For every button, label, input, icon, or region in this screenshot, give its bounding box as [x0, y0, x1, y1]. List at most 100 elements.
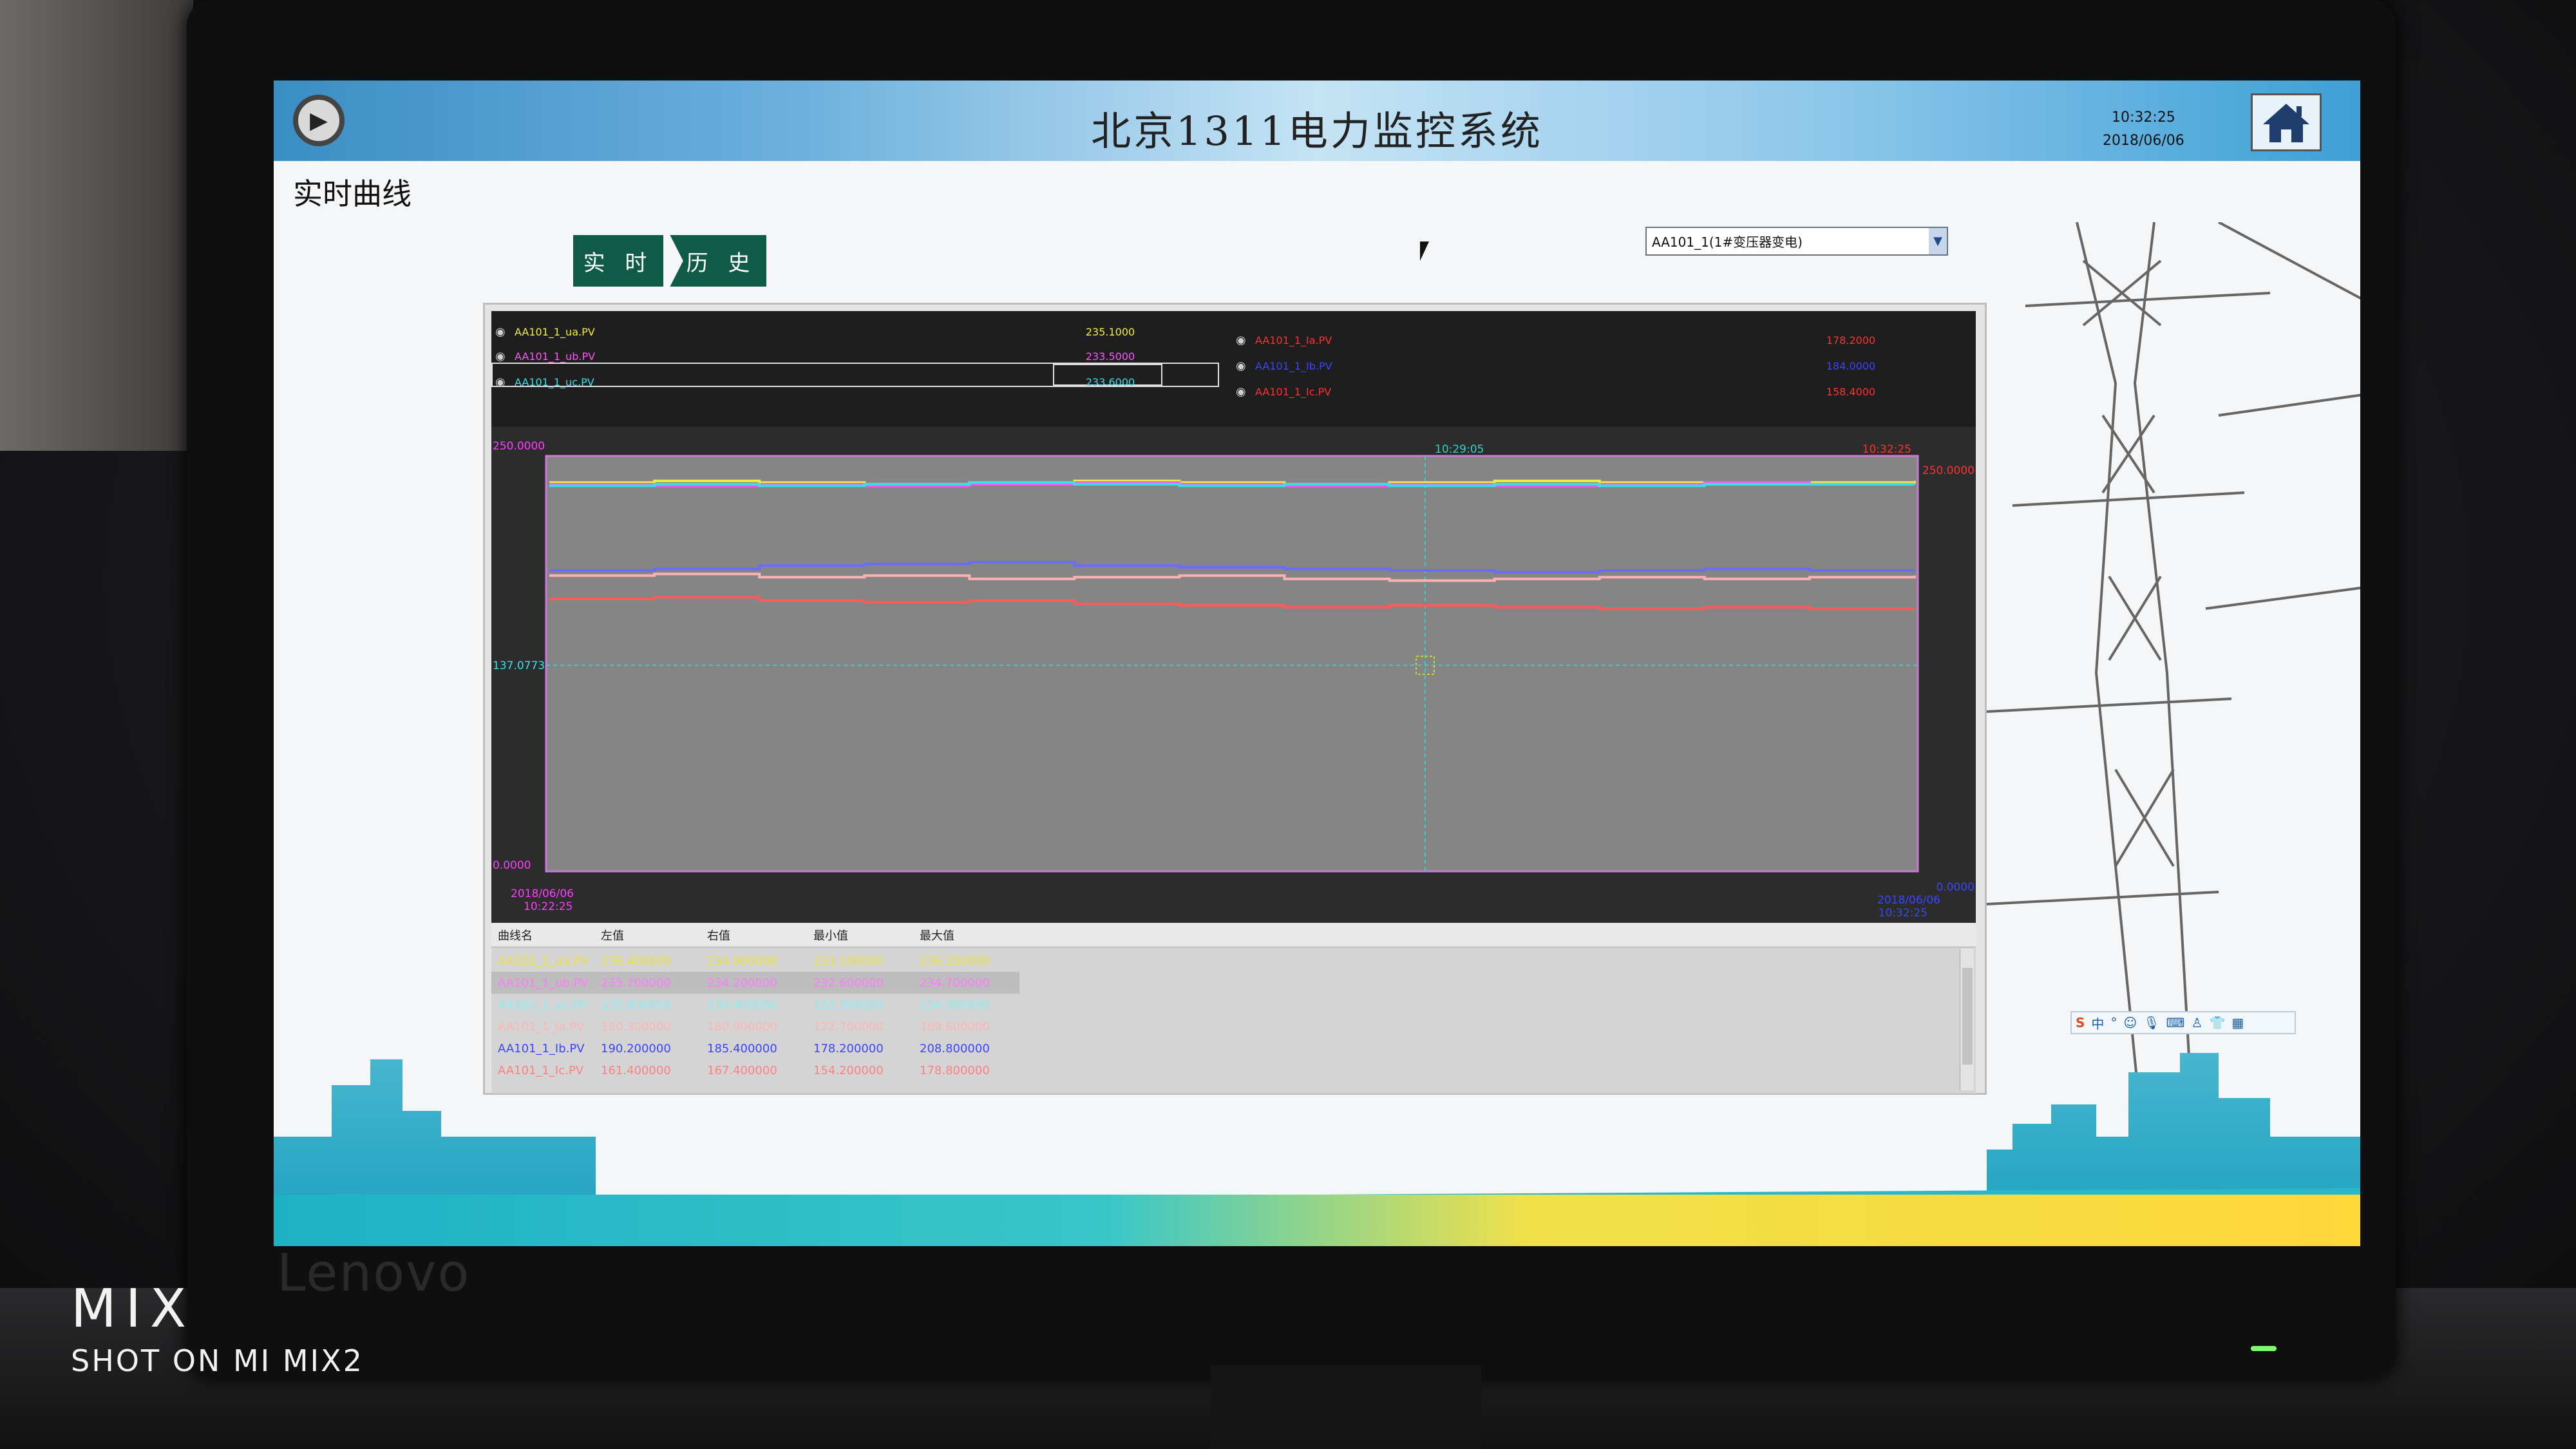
plot-area[interactable]: 250.0000 137.0773 0.0000 250.0000 0.0000 10:2…: [491, 427, 1976, 926]
realtime-button[interactable]: 实 时: [573, 235, 663, 287]
table-cell: 172.700000: [813, 1019, 884, 1034]
legend-row[interactable]: ◉ AA101_1_Ic.PV 158.4000: [1232, 379, 1912, 404]
table-cell: 178.800000: [920, 1063, 990, 1077]
scrollbar-thumb[interactable]: [1962, 968, 1973, 1065]
monitor-stand: [1211, 1365, 1481, 1449]
y-tick-mid-left: 137.0773: [493, 659, 545, 672]
col-header: 最小值: [813, 929, 848, 943]
clock: 10:32:25 2018/06/06: [2103, 106, 2184, 153]
table-cell: 235.800000: [601, 998, 671, 1012]
table-row[interactable]: AA101_1_ua.PV 236.400000 234.900000 233.100…: [491, 950, 1019, 972]
cursor-time-label: 10:29:05: [1435, 443, 1484, 456]
ime-user-icon[interactable]: ♙: [2192, 1015, 2203, 1030]
table-cell: 236.200000: [920, 954, 990, 968]
col-header: 左值: [601, 929, 624, 943]
x-start-time: 10:22:25: [524, 900, 573, 913]
table-cell: AA101_1_Ic.PV: [498, 1063, 584, 1077]
table-cell: AA101_1_ub.PV: [498, 976, 589, 990]
watermark-main: MIX: [71, 1278, 196, 1340]
trend-chart[interactable]: 250.0000 137.0773 0.0000 250.0000 0.0000 10:2…: [491, 427, 1976, 926]
eye-icon[interactable]: ◉: [1236, 334, 1255, 347]
table-row[interactable]: AA101_1_Ib.PV 190.200000 185.400000 178.200…: [491, 1037, 1019, 1059]
ime-mic-icon[interactable]: 🎙: [2143, 1015, 2159, 1030]
clock-time: 10:32:25: [2112, 109, 2175, 126]
home-button[interactable]: [2251, 93, 2322, 151]
plot-background: [545, 455, 1919, 873]
ime-punct-icon[interactable]: °: [2110, 1015, 2117, 1030]
ime-skin-icon[interactable]: 👕: [2209, 1015, 2225, 1030]
mouse-cursor-icon: [1420, 242, 1429, 261]
y-tick-bottom-right: 0.0000: [1937, 881, 1975, 894]
history-button[interactable]: 历 史: [670, 235, 766, 287]
eye-icon[interactable]: ◉: [495, 325, 515, 339]
table-cell: 232.300000: [813, 998, 884, 1012]
legend-value: 178.2000: [1826, 334, 1876, 346]
legend-value: 184.0000: [1826, 359, 1876, 372]
legend-name: AA101_1_ub.PV: [515, 350, 596, 363]
legend-area: ◉ AA101_1_ua.PV 235.1000 ◉ AA101_1_ub.PV 233.…: [491, 311, 1976, 430]
legend-name: AA101_1_ua.PV: [515, 325, 595, 338]
x-end-date: 2018/06/06: [1877, 894, 1940, 907]
eye-icon[interactable]: ◉: [1236, 359, 1255, 373]
legend-name: AA101_1_Ia.PV: [1255, 334, 1332, 346]
table-cell: 234.200000: [707, 976, 777, 990]
table-cell: 208.800000: [920, 1041, 990, 1056]
bottom-band: [274, 1195, 2360, 1246]
ime-chinese-mode[interactable]: 中: [2091, 1014, 2104, 1032]
table-cell: 235.700000: [601, 976, 671, 990]
legend-row[interactable]: ◉ AA101_1_uc.PV 233.6000: [491, 369, 1171, 395]
watermark-sub: SHOT ON MI MIX2: [71, 1343, 364, 1378]
y-tick-bottom-left: 0.0000: [493, 859, 531, 872]
table-cell: AA101_1_Ia.PV: [498, 1019, 585, 1034]
table-row[interactable]: AA101_1_uc.PV 235.800000 234.400000 232.300…: [491, 994, 1019, 1016]
col-header: 最大值: [920, 929, 954, 943]
ime-menu-icon[interactable]: ▦: [2231, 1015, 2244, 1030]
eye-icon[interactable]: ◉: [495, 375, 515, 389]
legend-row[interactable]: ◉ AA101_1_ub.PV 233.5000: [491, 343, 1171, 369]
eye-icon[interactable]: ◉: [495, 350, 515, 363]
legend-row[interactable]: ◉ AA101_1_Ib.PV 184.0000: [1232, 353, 1912, 379]
legend-name: AA101_1_uc.PV: [515, 375, 594, 388]
clock-date: 2018/06/06: [2103, 133, 2184, 149]
table-cell: 161.400000: [601, 1063, 671, 1077]
power-led: [2251, 1346, 2277, 1351]
header-title: 北京1311电力监控系统: [1091, 108, 1543, 155]
legend-value: 233.6000: [1085, 375, 1135, 388]
home-icon: [2263, 104, 2309, 142]
legend-row[interactable]: ◉ AA101_1_ua.PV 235.1000: [491, 319, 1171, 345]
col-header: 右值: [707, 929, 730, 943]
table-row[interactable]: AA101_1_Ic.PV 161.400000 167.400000 154.200…: [491, 1059, 1019, 1081]
ime-toolbar: S 中 ° ☺ 🎙 ⌨ ♙ 👕 ▦: [2070, 1011, 2296, 1034]
table-cell: 234.900000: [920, 998, 990, 1012]
stats-table-header: 曲线名 左值 右值 最小值 最大值: [491, 923, 1976, 947]
table-cell: 189.600000: [920, 1019, 990, 1034]
legend-name: AA101_1_Ib.PV: [1255, 359, 1332, 372]
ime-emoji-icon[interactable]: ☺: [2123, 1015, 2137, 1030]
table-cell: 185.400000: [707, 1041, 777, 1056]
table-cell: 232.600000: [813, 976, 884, 990]
legend-name: AA101_1_Ic.PV: [1255, 385, 1332, 398]
header-bar: ▶ 北京1311电力监控系统 10:32:25 2018/06/06: [274, 80, 2360, 161]
legend-value: 235.1000: [1085, 325, 1135, 338]
x-end-time: 10:32:25: [1879, 907, 1927, 920]
table-cell: 234.900000: [707, 954, 777, 968]
table-row[interactable]: AA101_1_Ia.PV 180.300000 180.900000 172.700…: [491, 1016, 1019, 1037]
table-row[interactable]: AA101_1_ub.PV 235.700000 234.200000 232.600…: [491, 972, 1019, 994]
table-scrollbar[interactable]: [1960, 949, 1974, 1090]
stats-table: 曲线名 左值 右值 最小值 最大值 AA101_1_ua.PV 236.40000…: [491, 923, 1976, 1094]
y-tick-top-left: 250.0000: [493, 440, 545, 453]
wall-left: [0, 0, 193, 451]
page-title: 实时曲线: [293, 176, 412, 211]
sogou-icon[interactable]: S: [2076, 1015, 2085, 1030]
curve-group-value: AA101_1(1#变压器变电): [1652, 234, 1803, 250]
chevron-down-icon[interactable]: ▼: [1929, 228, 1947, 254]
table-cell: 154.200000: [813, 1063, 884, 1077]
curve-group-select[interactable]: AA101_1(1#变压器变电) ▼: [1645, 227, 1948, 256]
legend-value: 158.4000: [1826, 385, 1876, 398]
legend-row[interactable]: ◉ AA101_1_Ia.PV 178.2000: [1232, 327, 1912, 353]
table-cell: 234.400000: [707, 998, 777, 1012]
ime-keyboard-icon[interactable]: ⌨: [2166, 1015, 2185, 1030]
eye-icon[interactable]: ◉: [1236, 385, 1255, 399]
table-cell: 236.400000: [601, 954, 671, 968]
table-cell: 180.900000: [707, 1019, 777, 1034]
